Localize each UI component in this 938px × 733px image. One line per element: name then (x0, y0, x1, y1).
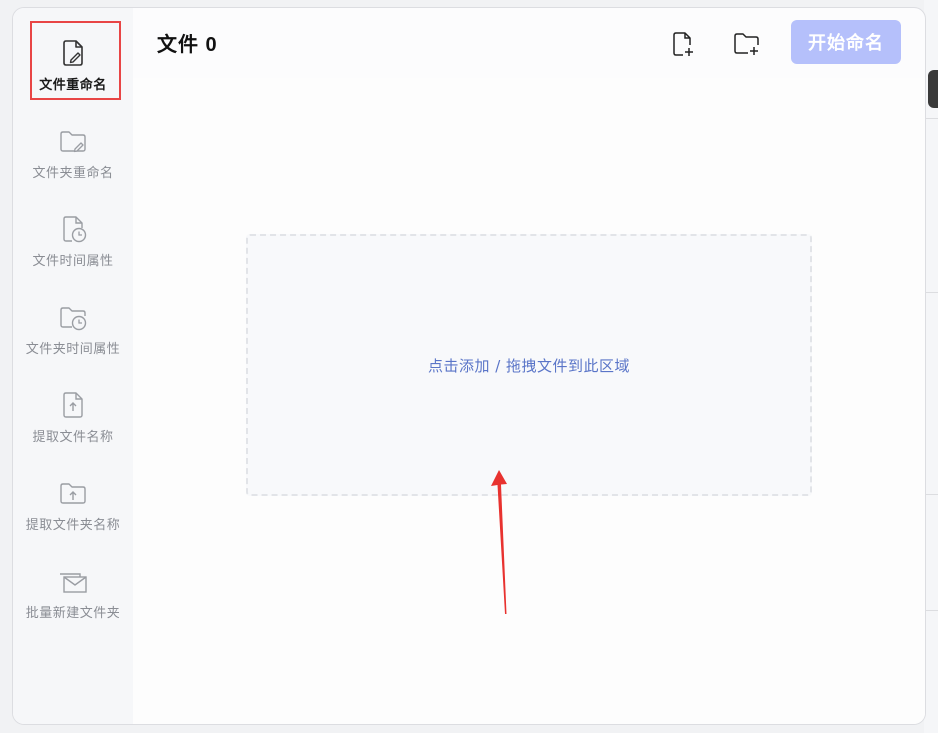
file-clock-icon (63, 216, 87, 243)
add-file-button[interactable] (665, 26, 701, 62)
background-divider (926, 292, 938, 293)
sidebar-item-label: 提取文件夹名称 (25, 518, 121, 533)
file-upload-icon (63, 392, 83, 418)
background-divider (926, 610, 938, 611)
sidebar-item-file-time[interactable]: 文件时间属性 (13, 200, 133, 280)
start-rename-button[interactable]: 开始命名 (791, 20, 901, 64)
app-window: 文件重命名 文件夹重命名 文件时间属性 文件夹时间属性 提取文件名称 提取文件夹… (12, 7, 926, 725)
sidebar-item-folder-time[interactable]: 文件夹时间属性 (13, 288, 133, 368)
folder-plus-icon (734, 33, 759, 55)
background-divider (926, 494, 938, 495)
background-panel (924, 0, 938, 733)
sidebar-item-extract-folder-names[interactable]: 提取文件夹名称 (13, 464, 133, 544)
annotation-arrow (491, 470, 507, 614)
sidebar-item-label: 文件夹时间属性 (25, 342, 121, 357)
sidebar-item-label: 批量新建文件夹 (25, 606, 121, 621)
sidebar-item-label: 文件夹重命名 (32, 166, 114, 181)
page-title: 文件 0 (157, 34, 218, 56)
file-plus-icon (673, 32, 693, 56)
background-divider (926, 118, 938, 119)
sidebar-item-folder-rename[interactable]: 文件夹重命名 (13, 112, 133, 192)
folder-clock-icon (60, 307, 87, 331)
background-tab (928, 70, 938, 108)
sidebar-item-extract-file-names[interactable]: 提取文件名称 (13, 376, 133, 456)
add-folder-button[interactable] (729, 26, 765, 62)
sidebar-item-batch-new-folders[interactable]: 批量新建文件夹 (13, 552, 133, 632)
folder-edit-icon (60, 131, 86, 153)
file-drop-zone[interactable]: 点击添加 / 拖拽文件到此区域 (246, 234, 812, 496)
folders-mail-icon (60, 573, 87, 593)
sidebar-item-label: 文件时间属性 (32, 254, 114, 269)
drop-zone-text: 点击添加 / 拖拽文件到此区域 (427, 356, 631, 375)
sidebar: 文件重命名 文件夹重命名 文件时间属性 文件夹时间属性 提取文件名称 提取文件夹… (13, 8, 133, 724)
active-item-highlight (30, 21, 121, 100)
folder-upload-icon (60, 483, 86, 504)
sidebar-item-label: 提取文件名称 (32, 430, 114, 445)
